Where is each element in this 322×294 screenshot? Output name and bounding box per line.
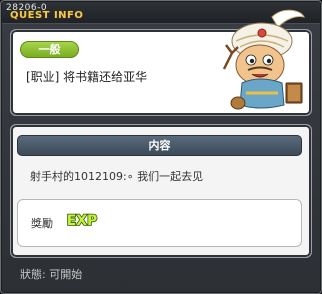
exp-icon-text: EXP — [67, 213, 98, 229]
quest-category-badge: 一般 — [20, 41, 79, 58]
quest-description: 射手村的1012109:∘ 我们一起去见 — [30, 170, 204, 183]
reward-label: 獎勵 — [31, 217, 53, 230]
npc-portrait-icon — [222, 9, 305, 110]
reward-box — [17, 199, 302, 247]
quest-name: [职业] 将书籍还给亚华 — [26, 70, 148, 84]
quest-status: 狀態: 可開始 — [20, 268, 83, 281]
window-title: QUEST INFO — [10, 10, 84, 21]
content-section-header: 内容 — [17, 135, 302, 156]
exp-icon: EXP — [66, 212, 98, 230]
